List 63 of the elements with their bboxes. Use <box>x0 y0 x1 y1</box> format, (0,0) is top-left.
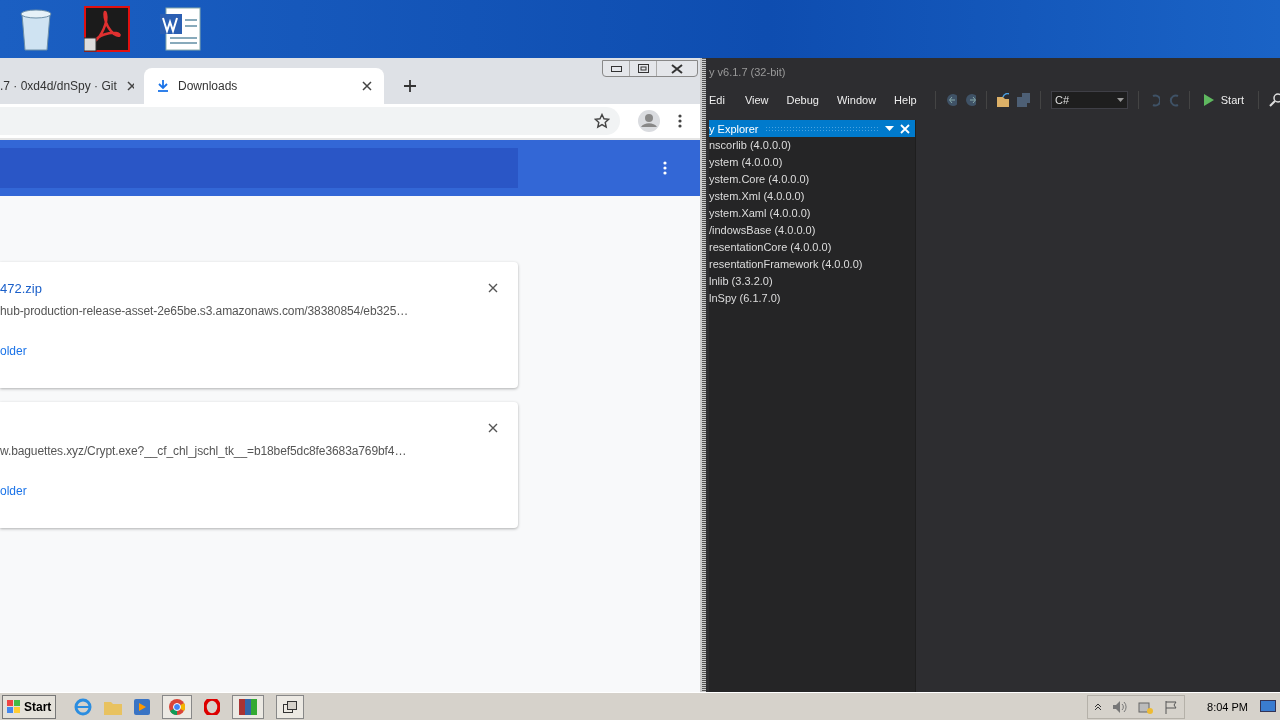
tree-item[interactable]: ystem (4.0.0.0) <box>709 154 915 171</box>
play-icon <box>1203 94 1214 106</box>
browser-tab[interactable]: Downloads <box>144 68 384 104</box>
close-icon[interactable] <box>488 283 498 293</box>
restore-icon <box>637 64 649 73</box>
pdf-document-icon[interactable] <box>84 6 130 52</box>
close-icon[interactable] <box>362 81 372 91</box>
clock-text: 8:04 PM <box>1207 700 1248 713</box>
profile-avatar-icon[interactable] <box>638 110 660 132</box>
tree-item[interactable]: ystem.Xaml (4.0.0.0) <box>709 205 915 222</box>
flag-icon[interactable] <box>1164 699 1179 714</box>
chevron-up-icon[interactable] <box>1094 702 1103 711</box>
archive-taskbar-button[interactable] <box>232 694 265 719</box>
tree-item[interactable]: ystem.Xml (4.0.0.0) <box>709 188 915 205</box>
menu-item[interactable]: Edi <box>709 94 735 106</box>
tree-item[interactable]: resentationFramework (4.0.0.0) <box>709 256 915 273</box>
close-icon[interactable] <box>126 81 134 91</box>
archive-icon <box>239 698 258 715</box>
menu-item[interactable]: View <box>742 94 777 106</box>
windows-taskbar-button[interactable] <box>276 694 305 719</box>
tree-item[interactable]: nscorlib (4.0.0.0) <box>709 137 915 154</box>
browser-tab[interactable]: .7 · 0xd4d/dnSpy · Git <box>0 68 144 104</box>
word-document-icon[interactable] <box>158 6 204 52</box>
search-icon[interactable] <box>1268 93 1280 107</box>
windows-icon <box>283 700 298 713</box>
language-dropdown[interactable]: C# <box>1051 91 1128 109</box>
opera-icon[interactable] <box>204 698 221 715</box>
download-icon <box>158 80 168 92</box>
chrome-taskbar-button[interactable] <box>162 694 193 719</box>
windows-logo-icon <box>7 699 21 714</box>
tree-item[interactable]: lnlib (3.3.2.0) <box>709 273 915 290</box>
start-button[interactable]: Start <box>2 694 57 719</box>
start-button[interactable]: Start <box>1199 94 1248 106</box>
forward-icon[interactable] <box>964 93 976 107</box>
menu-item[interactable]: Debug <box>784 94 827 106</box>
tree-item[interactable]: /indowsBase (4.0.0.0) <box>709 222 915 239</box>
close-icon[interactable] <box>488 423 498 433</box>
open-folder-icon[interactable] <box>996 93 1010 107</box>
more-menu-icon[interactable] <box>678 114 682 128</box>
dropdown-icon[interactable] <box>885 126 894 131</box>
caret-icon <box>1116 98 1124 102</box>
back-icon[interactable] <box>945 93 957 107</box>
download-url: hub-production-release-asset-2e65be.s3.amazonaws.com/38380854/eb325… <box>0 304 410 318</box>
speaker-icon[interactable] <box>1112 699 1129 714</box>
panel-title: y Explorer <box>709 122 759 135</box>
minimize-icon <box>610 65 622 72</box>
star-icon[interactable] <box>594 113 610 129</box>
window-title: y v6.1.7 (32-bit) <box>709 65 787 80</box>
new-tab-icon[interactable] <box>404 80 416 92</box>
menu-item[interactable]: Window <box>835 94 885 106</box>
show-in-folder-link[interactable]: older <box>0 484 498 498</box>
show-desktop-icon[interactable] <box>1260 699 1276 714</box>
tree-item[interactable]: ystem.Core (4.0.0.0) <box>709 171 915 188</box>
download-url: w.baguettes.xyz/Crypt.exe?__cf_chl_jschl_tk__=b18bef5dc8fe3683a769bf4… <box>0 444 408 458</box>
tree-item[interactable]: resentationCore (4.0.0.0) <box>709 239 915 256</box>
tree-item[interactable]: lnSpy (6.1.7.0) <box>709 290 915 307</box>
media-player-icon[interactable] <box>134 698 151 715</box>
menu-item[interactable]: Help <box>892 94 925 106</box>
show-in-folder-link[interactable]: older <box>0 344 498 358</box>
file-name-link[interactable]: 472.zip <box>0 280 42 296</box>
chrome-icon <box>169 698 186 715</box>
close-icon <box>671 63 683 74</box>
more-menu-icon[interactable] <box>663 161 667 175</box>
